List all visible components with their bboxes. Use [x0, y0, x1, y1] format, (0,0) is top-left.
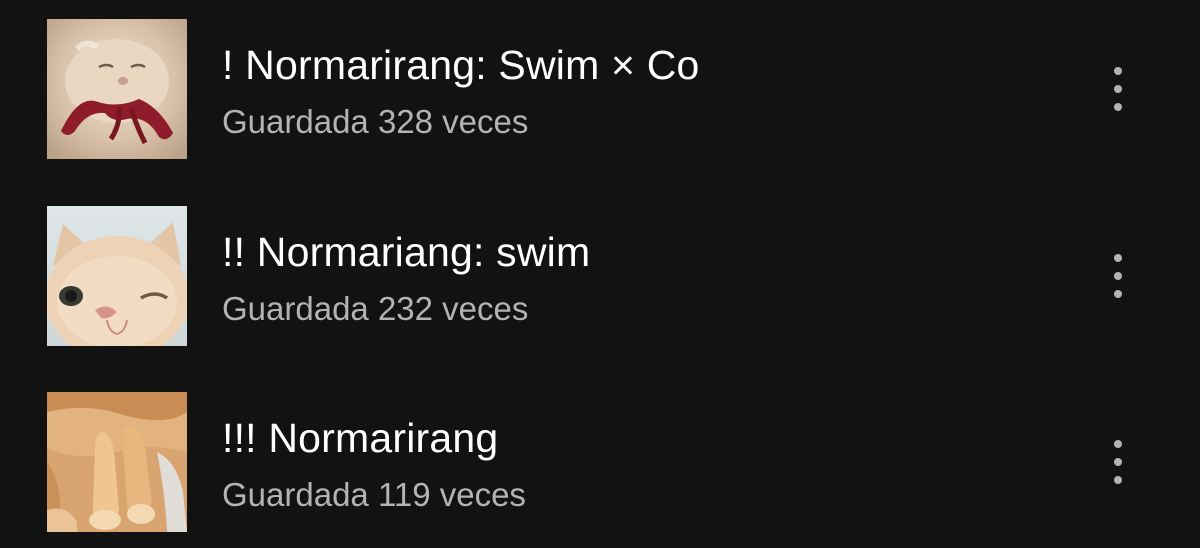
dot-icon — [1114, 103, 1122, 111]
playlist-title[interactable]: !!! Normarirang — [222, 414, 498, 462]
dot-icon — [1114, 272, 1122, 280]
dot-icon — [1114, 254, 1122, 262]
playlist-save-count: Guardada 328 veces — [222, 103, 529, 140]
playlist-title[interactable]: !! Normariang: swim — [222, 228, 590, 276]
playlist-title[interactable]: ! Normarirang: Swim × Co — [222, 41, 700, 89]
more-options-icon[interactable] — [1098, 246, 1138, 306]
playlist-cover-image[interactable] — [47, 206, 187, 346]
playlist-row[interactable]: ! Normarirang: Swim × Co Guardada 328 ve… — [0, 19, 1200, 159]
playlist-row[interactable]: !! Normariang: swim Guardada 232 veces — [0, 206, 1200, 346]
dot-icon — [1114, 290, 1122, 298]
winking-cat-icon — [47, 206, 187, 346]
cat-paws-icon — [47, 392, 187, 532]
dot-icon — [1114, 440, 1122, 448]
playlist-cover-image[interactable] — [47, 392, 187, 532]
cat-with-ribbon-icon — [47, 19, 187, 159]
dot-icon — [1114, 458, 1122, 466]
playlist-cover-image[interactable] — [47, 19, 187, 159]
playlist-save-count: Guardada 119 veces — [222, 476, 526, 513]
playlist-list: ! Normarirang: Swim × Co Guardada 328 ve… — [0, 0, 1200, 548]
playlist-row[interactable]: !!! Normarirang Guardada 119 veces — [0, 392, 1200, 532]
dot-icon — [1114, 85, 1122, 93]
more-options-icon[interactable] — [1098, 432, 1138, 492]
playlist-save-count: Guardada 232 veces — [222, 290, 529, 327]
dot-icon — [1114, 67, 1122, 75]
dot-icon — [1114, 476, 1122, 484]
more-options-icon[interactable] — [1098, 59, 1138, 119]
